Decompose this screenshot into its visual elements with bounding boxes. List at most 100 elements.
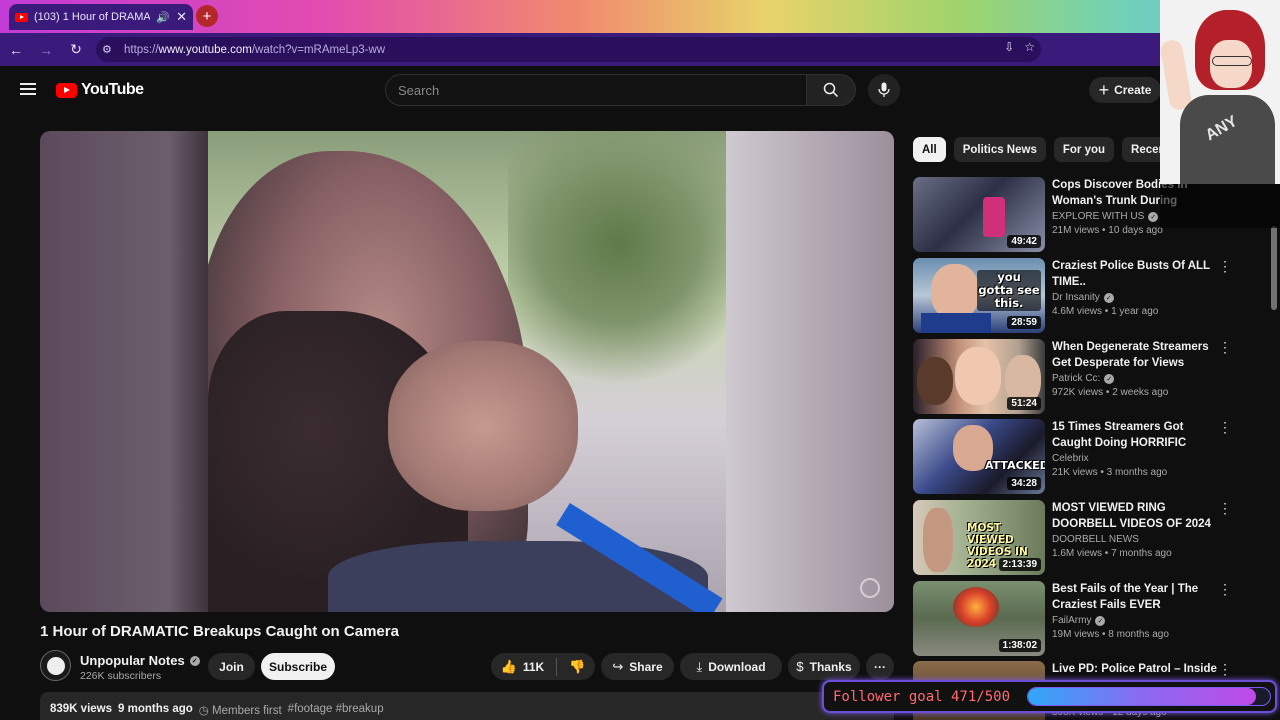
more-options-icon[interactable]: ⋮ <box>1218 339 1232 355</box>
tab-title: (103) 1 Hour of DRAMATIC <box>34 11 150 23</box>
hashtags[interactable]: #footage #breakup <box>288 703 384 720</box>
recommendation-title: Craziest Police Busts Of ALL TIME.. <box>1052 260 1210 288</box>
video-thumbnail[interactable]: 1:38:02 <box>913 581 1045 656</box>
streamer-avatar-overlay: ANY <box>1160 0 1280 184</box>
plus-icon: + <box>1098 80 1110 100</box>
recommendation-item[interactable]: ATTACKED 34:28 15 Times Streamers Got Ca… <box>913 419 1243 495</box>
microphone-icon <box>878 82 890 97</box>
duration-badge: 51:24 <box>1007 397 1041 410</box>
view-count: 839K views <box>50 703 113 715</box>
reload-icon[interactable]: ↻ <box>62 36 90 64</box>
more-options-icon[interactable]: ⋮ <box>1218 581 1232 597</box>
recommendation-meta: 4.6M views • 1 year ago <box>1052 306 1159 317</box>
subscriber-count: 226K subscribers <box>80 670 162 682</box>
thumbnail-overlay-text: you gotta see this. <box>977 270 1041 311</box>
more-options-icon[interactable]: ⋮ <box>1218 258 1232 274</box>
upload-age: 9 months ago <box>118 703 193 715</box>
duration-badge: 1:38:02 <box>998 639 1041 652</box>
recommendation-title: Live PD: Police Patrol – Inside <box>1052 663 1217 675</box>
recommendation-item[interactable]: you gotta see this. 28:59 Craziest Polic… <box>913 258 1243 334</box>
video-thumbnail[interactable]: 49:42 <box>913 177 1045 252</box>
like-count[interactable]: 11K <box>523 660 544 674</box>
verified-check-icon: ✓ <box>1104 373 1115 384</box>
recommendation-meta: 19M views • 8 months ago <box>1052 629 1169 640</box>
forward-icon[interactable]: → <box>32 36 60 64</box>
follower-goal-widget: Follower goal 471/500 <box>822 680 1277 713</box>
verified-check-icon: ✓ <box>189 655 200 666</box>
verified-check-icon: ✓ <box>1103 292 1114 303</box>
chip-for-you[interactable]: For you <box>1053 137 1115 162</box>
bookmark-star-icon[interactable]: ☆ <box>1024 40 1035 54</box>
channel-watermark-icon[interactable] <box>860 578 880 598</box>
description-box[interactable]: 839K views 9 months ago ◷ Members first … <box>40 692 894 720</box>
speaker-icon[interactable]: 🔊 <box>156 11 170 24</box>
create-button[interactable]: + Create <box>1089 77 1161 103</box>
browser-tab[interactable]: (103) 1 Hour of DRAMATIC 🔊 ✕ <box>9 4 193 30</box>
share-icon: ↪ <box>612 658 624 674</box>
search-input[interactable] <box>398 82 806 98</box>
recommendation-item[interactable]: 1:38:02 Best Fails of the Year | The Cra… <box>913 581 1243 657</box>
dislike-icon[interactable]: 👎 <box>569 659 585 675</box>
download-icon: ⤓ <box>696 658 703 674</box>
video-frame <box>208 131 726 612</box>
filter-chips: All Politics News For you Recently <box>913 137 1188 162</box>
channel-name[interactable]: Unpopular Notes ✓ <box>80 653 200 668</box>
youtube-logo[interactable]: YouTube <box>56 81 144 99</box>
follower-goal-bar <box>1027 687 1271 706</box>
search-button[interactable] <box>806 74 856 106</box>
recommendation-channel: Celebrix <box>1052 453 1089 464</box>
video-thumbnail[interactable]: you gotta see this. 28:59 <box>913 258 1045 333</box>
browser-toolbar: ← → ↻ ⚙ https://www.youtube.com/watch?v=… <box>0 33 1280 91</box>
duration-badge: 49:42 <box>1007 235 1041 248</box>
recommendation-title: Best Fails of the Year | The Craziest Fa… <box>1052 583 1199 611</box>
like-icon[interactable]: 👍 <box>501 659 517 675</box>
recommendation-title: When Degenerate Streamers Get Desperate … <box>1052 341 1209 369</box>
install-app-icon[interactable]: ⇩ <box>1004 40 1014 54</box>
thumbnail-overlay-text: ATTACKED <box>985 459 1045 472</box>
verified-check-icon: ✓ <box>1095 615 1106 626</box>
recommendation-channel: Patrick Cc: ✓ <box>1052 373 1222 384</box>
recommendation-channel: DOORBELL NEWS <box>1052 534 1139 545</box>
verified-check-icon: ✓ <box>1148 211 1159 222</box>
more-options-icon[interactable]: ⋮ <box>1218 500 1232 516</box>
address-bar[interactable]: ⚙ https://www.youtube.com/watch?v=mRAmeL… <box>96 37 1041 62</box>
video-thumbnail[interactable]: 51:24 <box>913 339 1045 414</box>
recommendation-item[interactable]: 51:24 When Degenerate Streamers Get Desp… <box>913 339 1243 415</box>
recommendation-meta: 21K views • 3 months ago <box>1052 467 1168 478</box>
video-player[interactable] <box>40 131 894 612</box>
url-text: https://www.youtube.com/watch?v=mRAmeLp3… <box>124 43 386 56</box>
screen: { "browser": { "tab_title": "(103) 1 Hou… <box>0 0 1280 720</box>
recommendation-item[interactable]: MOST VIEWED VIDEOS IN 2024 2:13:39 MOST … <box>913 500 1243 576</box>
voice-search-button[interactable] <box>868 74 900 106</box>
thanks-button[interactable]: $ Thanks <box>788 653 860 680</box>
video-thumbnail[interactable]: ATTACKED 34:28 <box>913 419 1045 494</box>
close-tab-icon[interactable]: ✕ <box>176 9 187 25</box>
menu-icon[interactable] <box>20 83 36 95</box>
video-thumbnail[interactable]: MOST VIEWED VIDEOS IN 2024 2:13:39 <box>913 500 1045 575</box>
join-button[interactable]: Join <box>208 653 255 680</box>
site-info-icon[interactable]: ⚙ <box>102 43 122 56</box>
channel-row: Unpopular Notes ✓ 226K subscribers Join … <box>40 650 900 682</box>
share-button[interactable]: ↪ Share <box>601 653 674 680</box>
more-actions-button[interactable]: ··· <box>866 653 894 680</box>
download-button[interactable]: ⤓ Download <box>680 653 782 680</box>
youtube-header: YouTube + Create <box>0 66 1280 116</box>
channel-avatar[interactable] <box>40 650 71 681</box>
more-options-icon[interactable]: ⋮ <box>1218 419 1232 435</box>
subscribe-button[interactable]: Subscribe <box>261 653 335 680</box>
chip-all[interactable]: All <box>913 137 946 162</box>
recommendation-title: 15 Times Streamers Got Caught Doing HORR… <box>1052 421 1187 449</box>
back-icon[interactable]: ← <box>2 36 30 64</box>
duration-badge: 2:13:39 <box>998 558 1041 571</box>
chip-politics-news[interactable]: Politics News <box>953 137 1046 162</box>
recommendation-title: MOST VIEWED RING DOORBELL VIDEOS OF 2024 <box>1052 502 1211 530</box>
follower-goal-fill <box>1028 688 1256 705</box>
new-tab-button[interactable]: + <box>196 5 218 27</box>
recommendation-meta: 972K views • 2 weeks ago <box>1052 387 1169 398</box>
duration-badge: 34:28 <box>1007 477 1041 490</box>
more-options-icon[interactable]: ⋮ <box>1218 661 1232 677</box>
search-box <box>385 74 807 106</box>
sidebar-scrollbar[interactable] <box>1271 226 1277 310</box>
youtube-favicon-icon <box>15 12 28 22</box>
browser-tab-bar: (103) 1 Hour of DRAMATIC 🔊 ✕ + <box>0 0 1280 33</box>
